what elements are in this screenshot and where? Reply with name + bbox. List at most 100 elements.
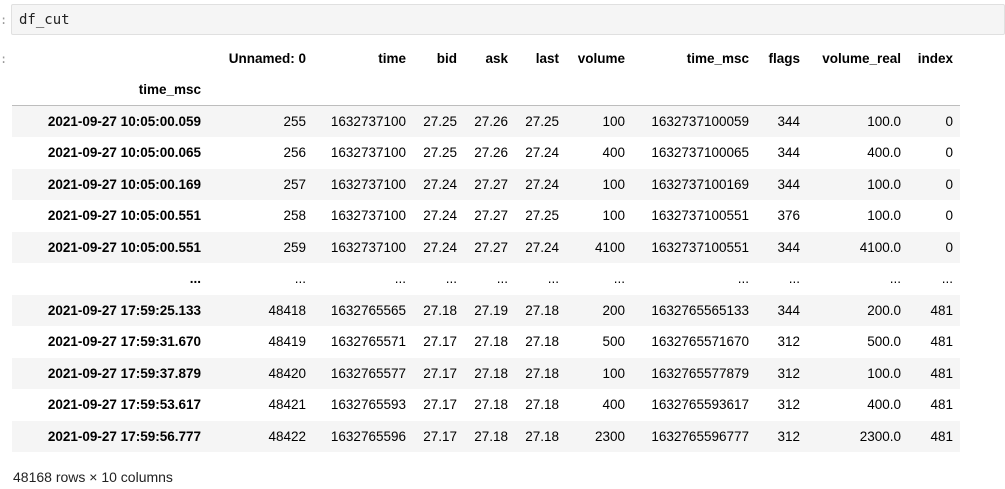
index-name: time_msc <box>12 74 208 106</box>
table-cell: 27.24 <box>525 145 559 161</box>
table-cell: 344 <box>777 176 800 192</box>
table-cell: 0 <box>945 114 953 129</box>
table-cell: ... <box>737 271 749 287</box>
table-cell: 1632737100551 <box>651 239 749 255</box>
table-cell: 27.18 <box>474 397 508 413</box>
table-cell: 344 <box>777 145 800 161</box>
table-cell: 27.25 <box>525 114 559 129</box>
table-cell: 27.17 <box>423 365 457 381</box>
table-cell: 100.0 <box>867 114 901 129</box>
column-header: volume_real <box>822 51 901 66</box>
table-cell: 27.27 <box>474 208 508 224</box>
table-cell: ... <box>889 271 901 287</box>
column-header-row: Unnamed: 0 time bid ask last volume time… <box>12 43 960 74</box>
row-index-cell: 2021-09-27 17:59:31.670 <box>47 334 201 350</box>
table-cell: 1632765571 <box>330 334 406 350</box>
table-cell: 1632737100 <box>330 145 406 161</box>
table-cell: 256 <box>283 145 306 161</box>
table-cell: 376 <box>777 208 800 224</box>
table-cell: 27.18 <box>423 302 457 318</box>
row-index-cell: 2021-09-27 10:05:00.551 <box>47 239 201 255</box>
row-index-cell: 2021-09-27 10:05:00.551 <box>47 208 201 224</box>
table-cell: 1632737100 <box>330 114 406 129</box>
table-cell: 100 <box>602 365 625 381</box>
row-index-cell: ... <box>189 271 201 287</box>
table-row: 2021-09-27 17:59:37.879 48420 1632765577 27… <box>12 357 960 389</box>
table-row: 2021-09-27 10:05:00.059 255 1632737100 27.2… <box>12 105 960 137</box>
table-cell: 27.27 <box>474 239 508 255</box>
table-cell: 48420 <box>268 365 306 381</box>
table-cell: 27.18 <box>474 428 508 444</box>
table-cell: 481 <box>930 397 953 413</box>
table-cell: 481 <box>930 428 953 444</box>
table-cell: 1632765565 <box>330 302 406 318</box>
table-cell: 257 <box>283 176 306 192</box>
table-cell: 0 <box>945 176 953 192</box>
table-cell: 259 <box>283 239 306 255</box>
row-index-cell: 2021-09-27 17:59:56.777 <box>47 428 201 444</box>
row-index-cell: 2021-09-27 10:05:00.169 <box>47 176 201 192</box>
table-cell: 1632737100169 <box>651 176 749 192</box>
table-cell: 48422 <box>268 428 306 444</box>
table-cell: ... <box>294 271 306 287</box>
input-prompt: : <box>0 13 8 27</box>
table-cell: 312 <box>777 334 800 350</box>
table-cell: 258 <box>283 208 306 224</box>
column-header: index <box>917 51 953 66</box>
column-header: time <box>378 51 406 66</box>
column-header: bid <box>436 51 457 66</box>
table-row: 2021-09-27 10:05:00.169 257 1632737100 27.2… <box>12 168 960 200</box>
table-cell: 481 <box>930 365 953 381</box>
index-corner-cell <box>12 43 208 74</box>
table-cell: 1632737100 <box>330 176 406 192</box>
table-cell: 0 <box>945 145 953 161</box>
table-cell: 27.25 <box>423 145 457 161</box>
shape-summary: 48168 rows × 10 columns <box>13 469 173 485</box>
table-cell: 0 <box>945 208 953 224</box>
table-cell: 27.18 <box>525 428 559 444</box>
table-cell: 27.25 <box>423 114 457 129</box>
table-row: 2021-09-27 17:59:53.617 48421 1632765593 27… <box>12 389 960 421</box>
table-cell: 1632765571670 <box>651 334 749 350</box>
table-cell: 344 <box>777 239 800 255</box>
table-cell: 1632765565133 <box>651 302 749 318</box>
table-cell: 400 <box>602 397 625 413</box>
table-cell: ... <box>941 271 953 287</box>
output-prompt: : <box>0 52 8 66</box>
table-cell: 27.17 <box>423 397 457 413</box>
table-cell: 100 <box>602 208 625 224</box>
table-cell: 27.18 <box>525 302 559 318</box>
row-index-cell: 2021-09-27 10:05:00.065 <box>47 145 201 161</box>
table-cell: 27.24 <box>525 239 559 255</box>
table-cell: 255 <box>283 114 306 129</box>
table-cell: 27.18 <box>525 334 559 350</box>
table-cell: 48419 <box>268 334 306 350</box>
index-name-row: time_msc <box>12 74 960 106</box>
row-index-cell: 2021-09-27 17:59:53.617 <box>47 397 201 413</box>
table-cell: 4100 <box>594 239 625 255</box>
dataframe-body: 2021-09-27 10:05:00.059 255 1632737100 27.2… <box>12 105 960 452</box>
table-cell: 100.0 <box>867 176 901 192</box>
table-cell: 2300 <box>594 428 625 444</box>
column-header: time_msc <box>686 51 749 66</box>
code-cell[interactable]: df_cut <box>11 4 1005 35</box>
table-cell: 344 <box>777 302 800 318</box>
table-cell: 500.0 <box>867 334 901 350</box>
table-cell: ... <box>613 271 625 287</box>
table-cell: ... <box>394 271 406 287</box>
table-row: 2021-09-27 10:05:00.551 258 1632737100 27.2… <box>12 200 960 232</box>
table-cell: 500 <box>602 334 625 350</box>
table-cell: 312 <box>777 397 800 413</box>
column-header: volume <box>577 51 625 66</box>
table-cell: 400.0 <box>867 397 901 413</box>
code-input[interactable]: df_cut <box>19 12 70 28</box>
table-cell: ... <box>445 271 457 287</box>
table-cell: 27.18 <box>474 334 508 350</box>
table-cell: 48418 <box>268 302 306 318</box>
table-cell: 1632765596 <box>330 428 406 444</box>
table-cell: 100 <box>602 176 625 192</box>
column-header: last <box>535 51 559 66</box>
table-cell: 27.24 <box>423 208 457 224</box>
table-cell: ... <box>547 271 559 287</box>
table-row: 2021-09-27 17:59:31.670 48419 1632765571 27… <box>12 326 960 358</box>
